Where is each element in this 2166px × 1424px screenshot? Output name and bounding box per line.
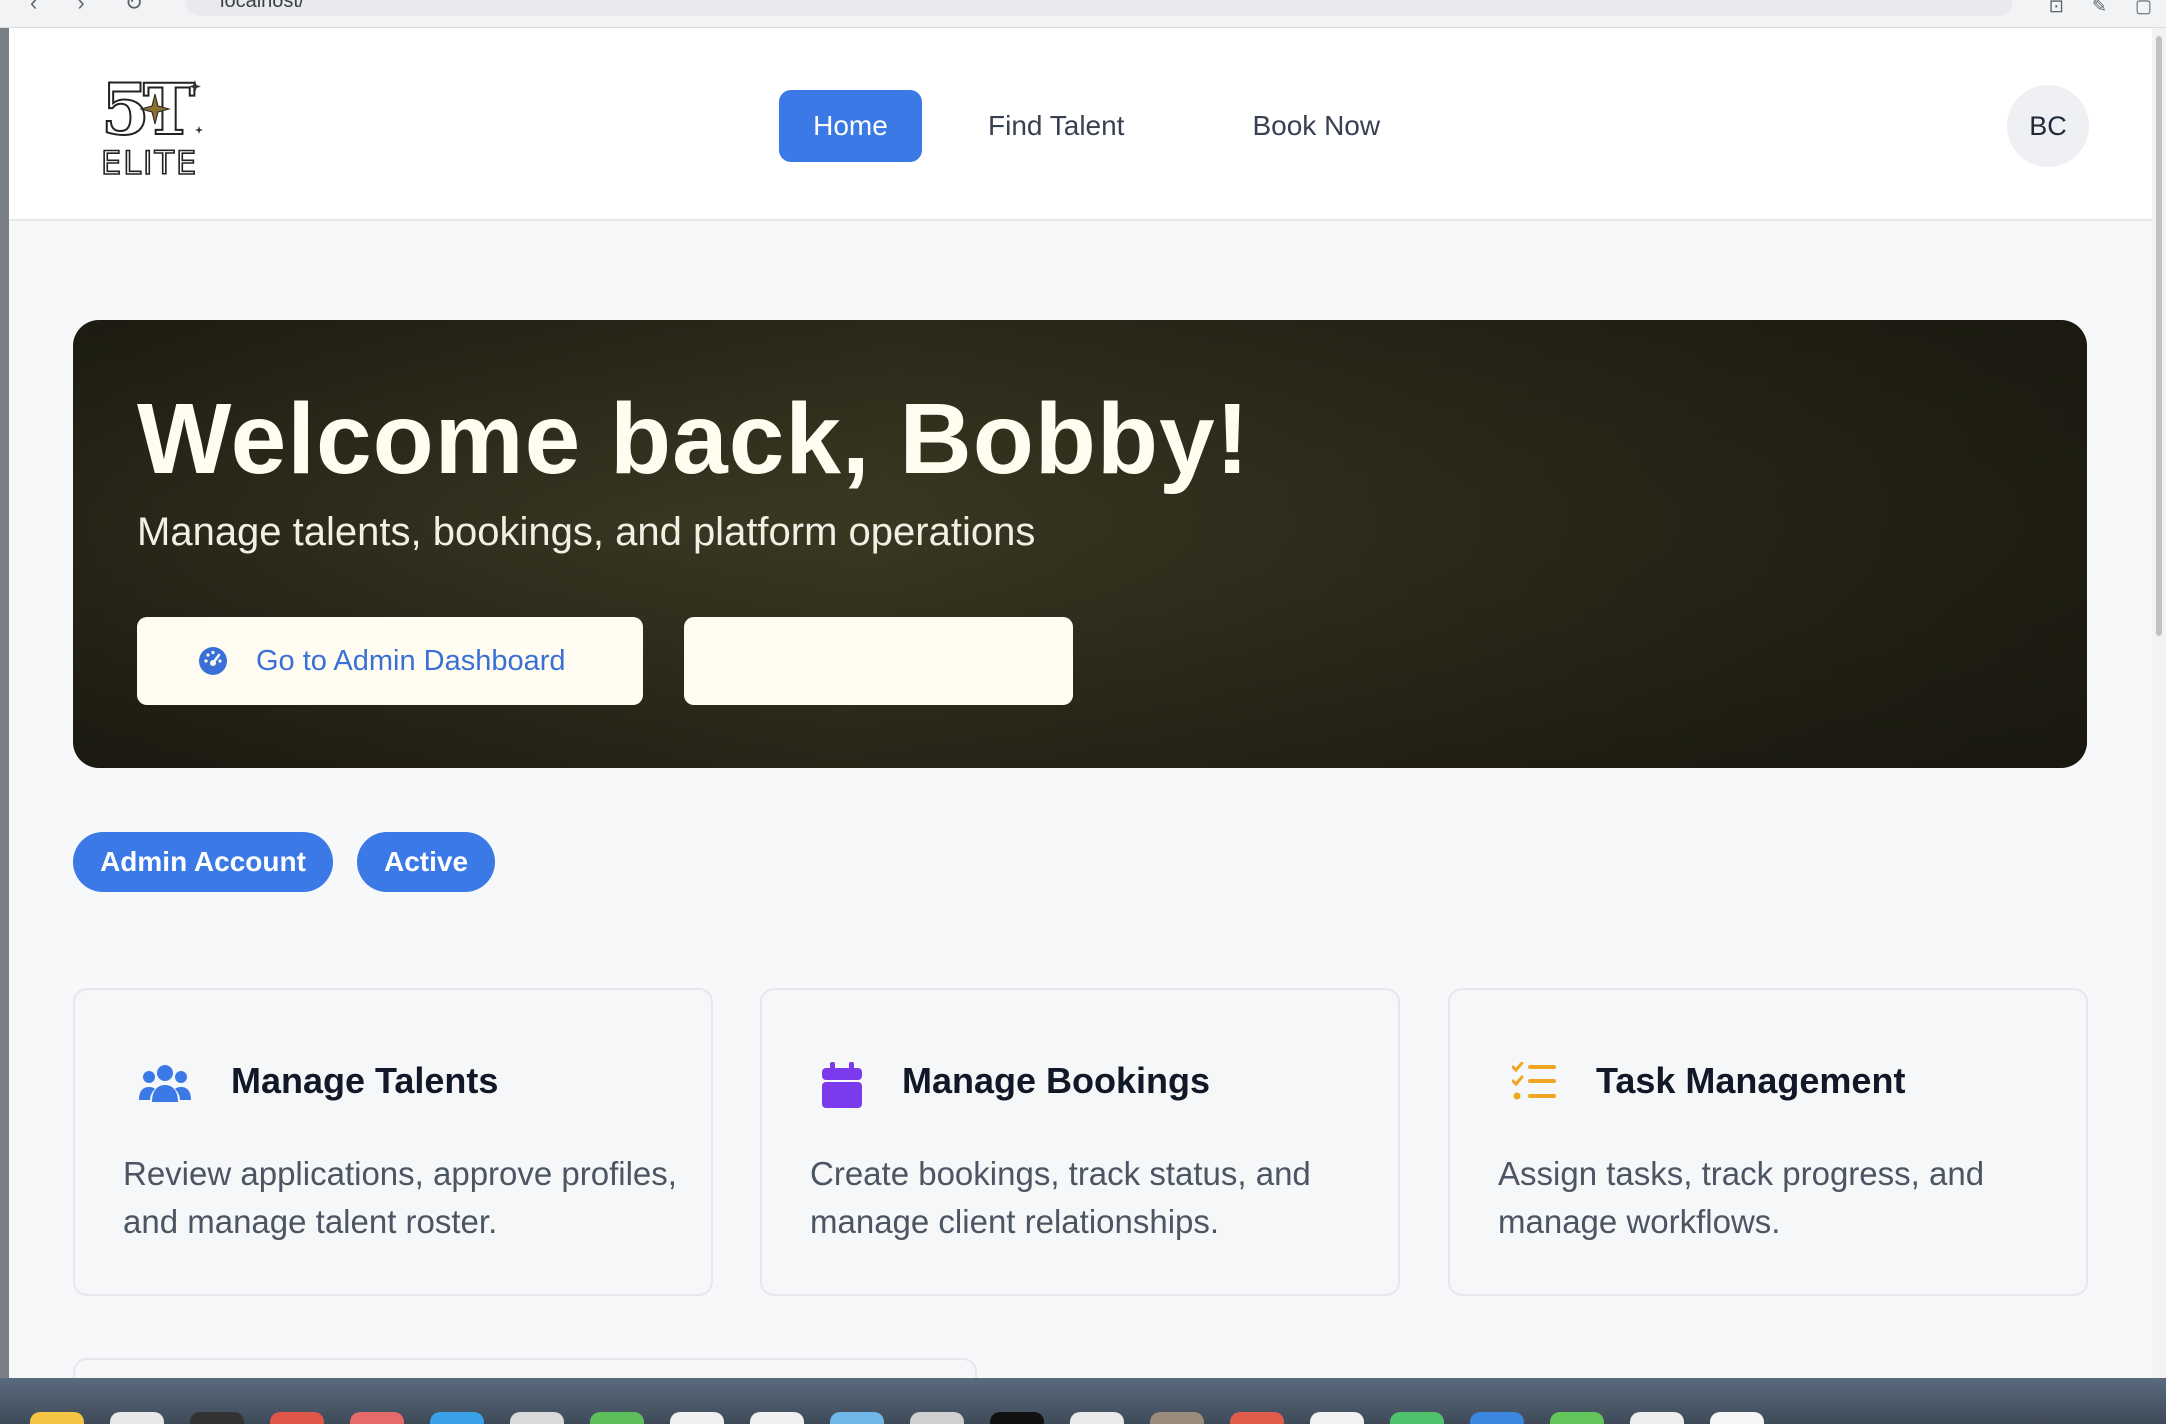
next-section-card — [73, 1358, 977, 1378]
brand-logo[interactable]: 5 T ELITE — [99, 67, 219, 183]
dock-app-icon[interactable] — [990, 1412, 1044, 1424]
dock-app-icon[interactable] — [910, 1412, 964, 1424]
browser-nav-controls: ‹ › ↻ — [30, 0, 143, 14]
account-type-badge: Admin Account — [73, 832, 333, 892]
dock-app-icon[interactable] — [830, 1412, 884, 1424]
card-title: Task Management — [1596, 1060, 1906, 1101]
card-description: Review applications, approve profiles, a… — [123, 1155, 677, 1240]
card-description: Assign tasks, track progress, and manage… — [1498, 1155, 1985, 1240]
dock-app-icon[interactable] — [750, 1412, 804, 1424]
site-header: 5 T ELITE Home Find Talent Book Now BC — [9, 28, 2152, 221]
reload-icon[interactable]: ↻ — [125, 0, 143, 14]
dock-app-icon[interactable] — [350, 1412, 404, 1424]
manage-bookings-card[interactable]: Manage Bookings Create bookings, track s… — [760, 988, 1400, 1296]
dock-app-icon[interactable] — [1390, 1412, 1444, 1424]
task-list-icon — [1512, 1062, 1556, 1100]
admin-dashboard-button-label: Go to Admin Dashboard — [256, 644, 566, 677]
task-management-card[interactable]: Task Management Assign tasks, track prog… — [1448, 988, 2088, 1296]
users-icon — [139, 1065, 191, 1102]
dock-app-icon[interactable] — [1230, 1412, 1284, 1424]
hero-secondary-button[interactable] — [684, 617, 1073, 705]
card-description: Create bookings, track status, and manag… — [810, 1155, 1311, 1240]
dock-app-icon[interactable] — [30, 1412, 84, 1424]
translate-icon[interactable]: ⊡ — [2049, 0, 2064, 17]
dock-app-icon[interactable] — [670, 1412, 724, 1424]
dock-app-icon[interactable] — [1710, 1412, 1764, 1424]
dashboard-gauge-icon — [199, 647, 227, 675]
page-viewport: 5 T ELITE Home Find Talent Book Now BC W… — [9, 28, 2152, 1378]
main-nav: Home Find Talent Book Now — [779, 90, 1380, 162]
dock-app-icon[interactable] — [1070, 1412, 1124, 1424]
page-scrollbar[interactable] — [2152, 28, 2166, 1378]
dock-app-icon[interactable] — [510, 1412, 564, 1424]
status-badge: Active — [357, 832, 495, 892]
card-title: Manage Talents — [231, 1060, 499, 1101]
card-title: Manage Bookings — [902, 1060, 1211, 1101]
logo-mark-icon: 5 T ELITE — [100, 67, 203, 183]
nav-book-now[interactable]: Book Now — [1252, 90, 1380, 162]
dock-app-icon[interactable] — [430, 1412, 484, 1424]
dock-app-icon[interactable] — [110, 1412, 164, 1424]
calendar-icon — [822, 1062, 862, 1108]
nav-find-talent[interactable]: Find Talent — [988, 90, 1124, 162]
scrollbar-thumb[interactable] — [2156, 36, 2162, 636]
address-bar-url: localhost/ — [220, 0, 305, 12]
dock-app-icon[interactable] — [1310, 1412, 1364, 1424]
dock-app-icon[interactable] — [270, 1412, 324, 1424]
dock-app-icon[interactable] — [590, 1412, 644, 1424]
browser-toolbar: ‹ › ↻ localhost/ ⊡ ✎ ▢ — [0, 0, 2166, 28]
nav-home[interactable]: Home — [779, 90, 922, 162]
dock-app-icon[interactable] — [1550, 1412, 1604, 1424]
back-arrow-icon[interactable]: ‹ — [30, 0, 37, 14]
os-dock — [0, 1378, 2166, 1424]
hero-title: Welcome back, Bobby! — [137, 383, 1250, 495]
svg-text:ELITE: ELITE — [101, 144, 198, 182]
browser-extension-icons: ⊡ ✎ ▢ — [2049, 0, 2152, 17]
user-avatar[interactable]: BC — [2007, 85, 2089, 167]
dock-app-icon[interactable] — [190, 1412, 244, 1424]
dock-app-icons — [30, 1412, 1764, 1424]
pen-icon[interactable]: ✎ — [2092, 0, 2107, 17]
dock-app-icon[interactable] — [1470, 1412, 1524, 1424]
dock-app-icon[interactable] — [1150, 1412, 1204, 1424]
address-bar[interactable] — [186, 0, 2012, 16]
hero-subtitle: Manage talents, bookings, and platform o… — [137, 510, 1036, 554]
manage-talents-card[interactable]: Manage Talents Review applications, appr… — [73, 988, 713, 1296]
go-to-admin-dashboard-button[interactable]: Go to Admin Dashboard — [137, 617, 643, 705]
window-icon[interactable]: ▢ — [2135, 0, 2152, 17]
forward-arrow-icon[interactable]: › — [77, 0, 84, 14]
dock-app-icon[interactable] — [1630, 1412, 1684, 1424]
welcome-hero: Welcome back, Bobby! Manage talents, boo… — [73, 320, 2087, 768]
